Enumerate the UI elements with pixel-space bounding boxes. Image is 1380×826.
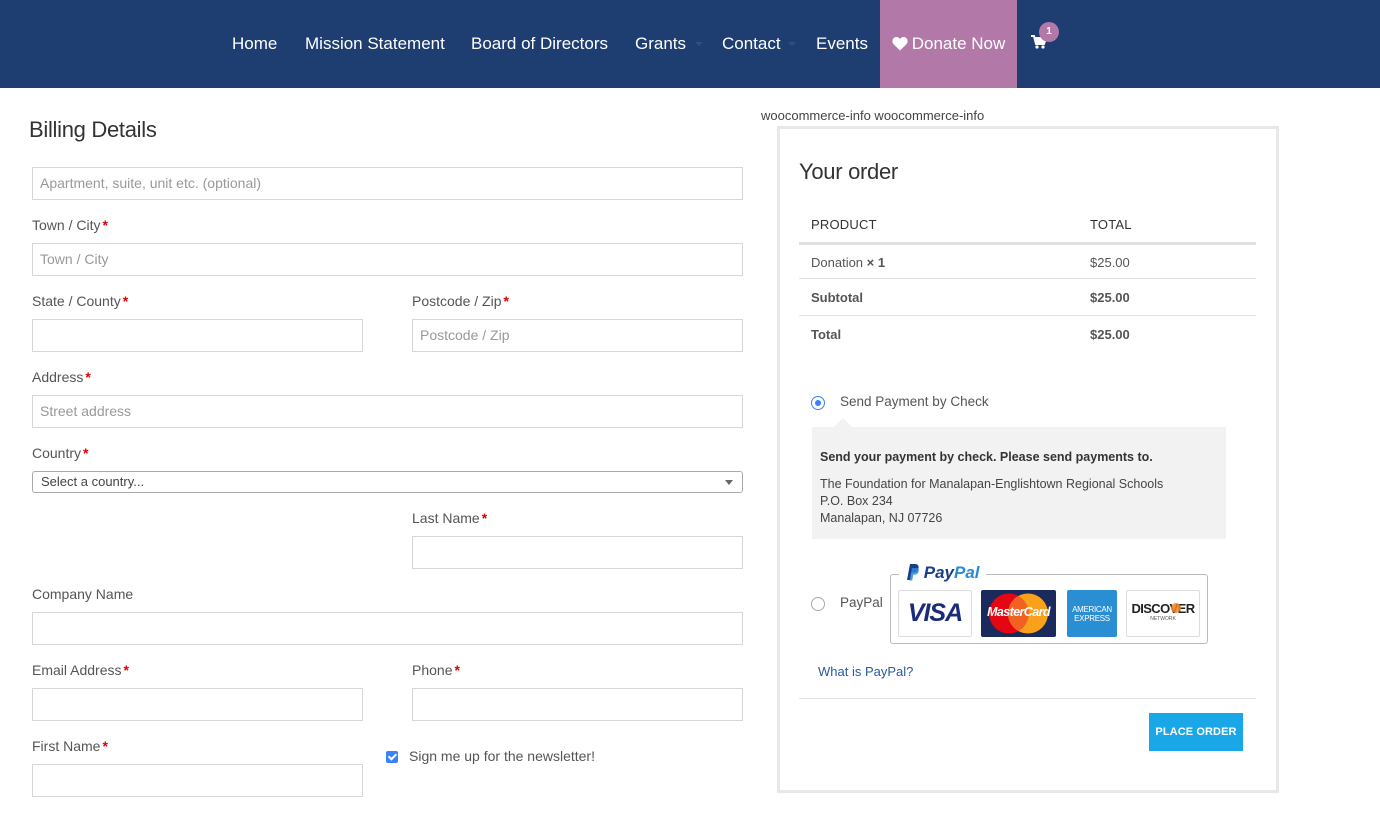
paypal-payment-label[interactable]: PayPal (840, 595, 883, 610)
nav-item-contact[interactable]: Contact (722, 0, 781, 88)
grants-chevron-down-icon (695, 42, 703, 46)
place-order-button[interactable]: PLACE ORDER (1149, 713, 1243, 751)
your-order-heading: Your order (799, 159, 898, 184)
discover-wordmark: DISCOVER (1131, 601, 1195, 616)
town-city-label: Town / City * (32, 217, 108, 233)
check-payee-line: The Foundation for Manalapan-Englishtown… (820, 477, 1164, 491)
phone-input[interactable] (412, 688, 743, 721)
what-is-paypal-link[interactable]: What is PayPal? (818, 664, 913, 679)
nav-item-mission-statement[interactable]: Mission Statement (305, 0, 445, 88)
amex-wordmark-line2: EXPRESS (1074, 614, 1110, 623)
town-city-label-text: Town / City (32, 217, 101, 233)
chevron-down-icon (725, 480, 733, 485)
payment-divider (799, 698, 1256, 699)
discover-network-text: NETWORK (1150, 616, 1176, 622)
state-county-label: State / County * (32, 293, 128, 309)
header-divider (799, 242, 1256, 245)
country-label-text: Country (32, 445, 82, 461)
donate-now-button[interactable]: Donate Now (880, 0, 1017, 88)
nav-item-grants[interactable]: Grants (635, 0, 686, 88)
email-address-label-text: Email Address (32, 662, 122, 678)
first-name-input[interactable] (32, 764, 363, 797)
paypal-logo-pal: Pal (953, 563, 980, 582)
check-payment-radio[interactable] (811, 396, 825, 410)
newsletter-label: Sign me up for the newsletter! (409, 748, 595, 764)
paypal-payment-radio[interactable] (811, 597, 825, 611)
order-item-product: Donation (811, 255, 864, 270)
order-item-total: $25.00 (1090, 255, 1130, 270)
donate-now-label: Donate Now (911, 34, 1006, 53)
company-name-input[interactable] (32, 612, 743, 645)
order-item-quantity: × 1 (866, 255, 886, 270)
check-po-box-line: P.O. Box 234 (820, 494, 893, 508)
last-name-input[interactable] (412, 536, 743, 569)
last-name-label-text: Last Name (412, 510, 480, 526)
order-item-name: Donation × 1 (811, 255, 885, 270)
row-divider (799, 278, 1256, 279)
discover-card-icon: DISCOVER NETWORK (1126, 590, 1200, 637)
total-value: $25.00 (1090, 327, 1130, 342)
address-label-text: Address (32, 369, 84, 385)
billing-details-heading: Billing Details (29, 117, 157, 142)
first-name-label: First Name * (32, 738, 108, 754)
check-payment-label[interactable]: Send Payment by Check (840, 394, 989, 409)
nav-item-events[interactable]: Events (816, 0, 868, 88)
heart-icon (892, 36, 908, 51)
postcode-zip-input[interactable]: Postcode / Zip (412, 319, 743, 352)
subtotal-value: $25.00 (1090, 290, 1130, 305)
apartment-input[interactable]: Apartment, suite, unit etc. (optional) (32, 167, 743, 200)
required-mark: * (123, 662, 129, 678)
paypal-p-icon (907, 564, 919, 581)
street-address-input[interactable]: Street address (32, 395, 743, 428)
required-mark: * (122, 293, 129, 309)
postcode-zip-label-text: Postcode / Zip (412, 293, 502, 309)
postcode-zip-label: Postcode / Zip * (412, 293, 509, 309)
mastercard-card-icon: MasterCard (981, 590, 1056, 637)
country-select-value: Select a country... (41, 474, 145, 489)
woocommerce-info-text: woocommerce-info woocommerce-info (761, 108, 985, 123)
phone-label: Phone * (412, 662, 460, 678)
total-label: Total (811, 327, 842, 342)
contact-chevron-down-icon (788, 42, 796, 46)
address-label: Address * (32, 369, 91, 385)
paypal-logo: PayPal (899, 563, 986, 585)
first-name-label-text: First Name (32, 738, 101, 754)
product-column-header: PRODUCT (811, 217, 877, 232)
email-address-label: Email Address * (32, 662, 129, 678)
row-divider (799, 315, 1256, 316)
required-mark: * (83, 445, 89, 461)
check-payment-heading: Send your payment by check. Please send … (820, 450, 1153, 464)
discover-dot-icon (1171, 603, 1181, 613)
subtotal-label: Subtotal (811, 290, 863, 305)
required-mark: * (481, 510, 488, 526)
visa-card-icon: VISA (898, 590, 972, 637)
american-express-card-icon: AMERICAN EXPRESS (1067, 590, 1117, 637)
required-mark: * (102, 738, 108, 754)
visa-wordmark: VISA (907, 599, 963, 627)
total-column-header: TOTAL (1090, 217, 1132, 232)
newsletter-checkbox[interactable] (386, 751, 398, 763)
state-county-label-text: State / County (32, 293, 121, 309)
country-label: Country * (32, 445, 88, 461)
paypal-logo-pay: Pay (923, 563, 954, 582)
town-city-input[interactable]: Town / City (32, 243, 743, 276)
nav-item-board-of-directors[interactable]: Board of Directors (471, 0, 608, 88)
mastercard-wordmark: MasterCard (987, 605, 1050, 619)
check-city-line: Manalapan, NJ 07726 (820, 511, 943, 525)
cart-count-badge: 1 (1039, 22, 1059, 42)
email-address-input[interactable] (32, 688, 363, 721)
top-navigation: Home Mission Statement Board of Director… (0, 0, 1380, 88)
nav-item-home[interactable]: Home (232, 0, 277, 88)
phone-label-text: Phone (412, 662, 453, 678)
state-county-input[interactable] (32, 319, 363, 352)
required-mark: * (102, 217, 108, 233)
amex-wordmark-line1: AMERICAN (1072, 605, 1112, 614)
required-mark: * (85, 369, 91, 385)
required-mark: * (503, 293, 509, 309)
company-name-label: Company Name (32, 586, 134, 602)
last-name-label: Last Name * (412, 510, 487, 526)
amex-wordmark: AMERICAN EXPRESS (1067, 605, 1117, 623)
required-mark: * (454, 662, 460, 678)
country-select[interactable]: Select a country... (32, 471, 743, 493)
